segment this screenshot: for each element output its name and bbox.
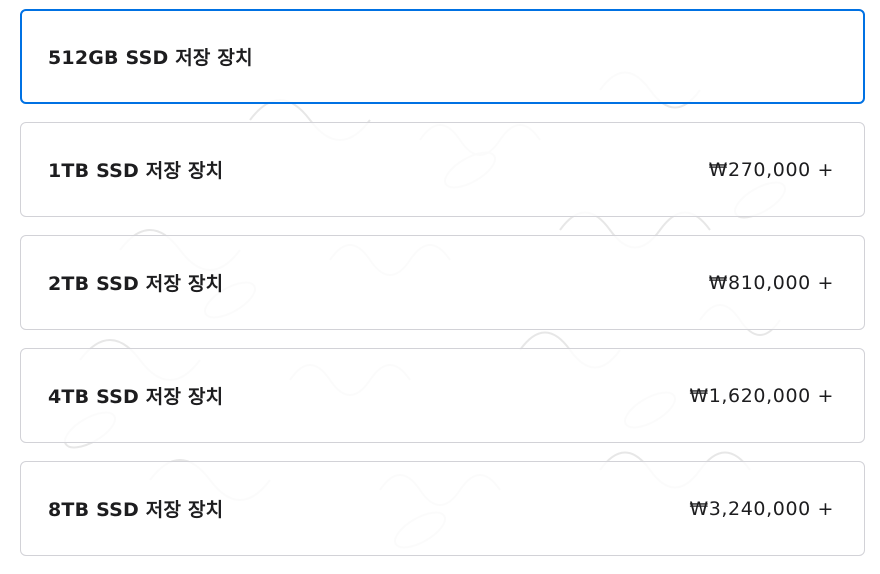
- storage-option-label: 512GB SSD 저장 장치: [48, 47, 253, 69]
- storage-option-2tb[interactable]: 2TB SSD 저장 장치 ₩810,000 +: [20, 235, 865, 330]
- storage-option-price: ₩270,000 +: [708, 158, 834, 181]
- storage-option-8tb[interactable]: 8TB SSD 저장 장치 ₩3,240,000 +: [20, 461, 865, 556]
- storage-option-1tb[interactable]: 1TB SSD 저장 장치 ₩270,000 +: [20, 122, 865, 217]
- storage-option-price: ₩810,000 +: [708, 271, 834, 294]
- storage-option-512gb[interactable]: 512GB SSD 저장 장치: [20, 9, 865, 104]
- storage-option-price: ₩1,620,000 +: [689, 384, 834, 407]
- storage-option-price: ₩3,240,000 +: [689, 497, 834, 520]
- storage-option-label: 8TB SSD 저장 장치: [48, 499, 224, 521]
- storage-option-list: 512GB SSD 저장 장치 1TB SSD 저장 장치 ₩270,000 +…: [20, 9, 865, 574]
- storage-option-label: 4TB SSD 저장 장치: [48, 386, 224, 408]
- storage-option-4tb[interactable]: 4TB SSD 저장 장치 ₩1,620,000 +: [20, 348, 865, 443]
- storage-option-label: 1TB SSD 저장 장치: [48, 160, 224, 182]
- storage-option-label: 2TB SSD 저장 장치: [48, 273, 224, 295]
